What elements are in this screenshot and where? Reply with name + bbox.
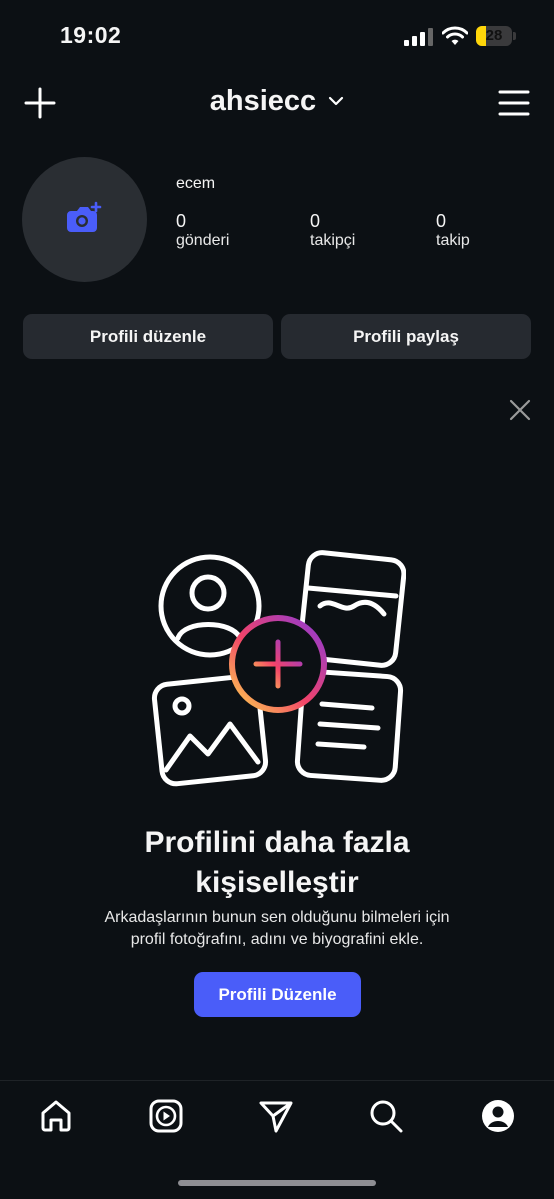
battery-indicator: 28 (476, 26, 512, 46)
battery-level: 28 (485, 27, 503, 44)
stat-followers[interactable]: 0 takipçi (310, 211, 355, 250)
stat-following[interactable]: 0 takip (436, 211, 470, 250)
stat-label: takipçi (310, 232, 356, 249)
status-time: 19:02 (60, 22, 122, 48)
profile-name: ecem (176, 175, 216, 192)
promo-headline-line1: Profilini daha fazla (144, 826, 410, 859)
share-profile-button[interactable]: Profili paylaş (281, 314, 531, 359)
promo-headline: Profilini daha fazla kişiselleştir (0, 823, 554, 903)
promo-description-line2: profil fotoğrafını, adını ve biyografini… (130, 931, 424, 948)
menu-icon[interactable] (498, 89, 530, 117)
battery-tip (513, 32, 516, 40)
username: ahsiecc (209, 84, 317, 117)
stat-value: 0 (176, 211, 187, 231)
promo-description: Arkadaşlarının bunun sen olduğunu bilmel… (0, 907, 554, 951)
signal-icon (404, 28, 433, 46)
chevron-down-icon (329, 97, 344, 106)
tab-bar-divider (0, 1080, 554, 1081)
stat-label: gönderi (176, 232, 230, 249)
close-icon[interactable] (508, 398, 532, 422)
wifi-icon (442, 26, 468, 45)
promo-headline-line2: kişiselleştir (195, 866, 359, 899)
add-photo-icon (67, 201, 102, 232)
promo-edit-profile-button[interactable]: Profili Düzenle (194, 972, 361, 1017)
profile-icon[interactable] (480, 1098, 516, 1134)
avatar[interactable] (22, 157, 147, 282)
home-icon[interactable] (38, 1098, 74, 1134)
reels-icon[interactable] (148, 1098, 184, 1134)
edit-profile-button[interactable]: Profili düzenle (23, 314, 273, 359)
promo-description-line1: Arkadaşlarının bunun sen olduğunu bilmel… (104, 909, 450, 926)
direct-icon[interactable] (258, 1098, 294, 1134)
stat-value: 0 (310, 211, 321, 231)
home-indicator (178, 1180, 376, 1186)
account-switcher[interactable]: ahsiecc (0, 84, 554, 118)
search-icon[interactable] (368, 1098, 404, 1134)
customize-profile-illustration (151, 550, 406, 787)
stat-label: takip (436, 232, 470, 249)
stat-value: 0 (436, 211, 447, 231)
stat-posts[interactable]: 0 gönderi (176, 211, 229, 250)
